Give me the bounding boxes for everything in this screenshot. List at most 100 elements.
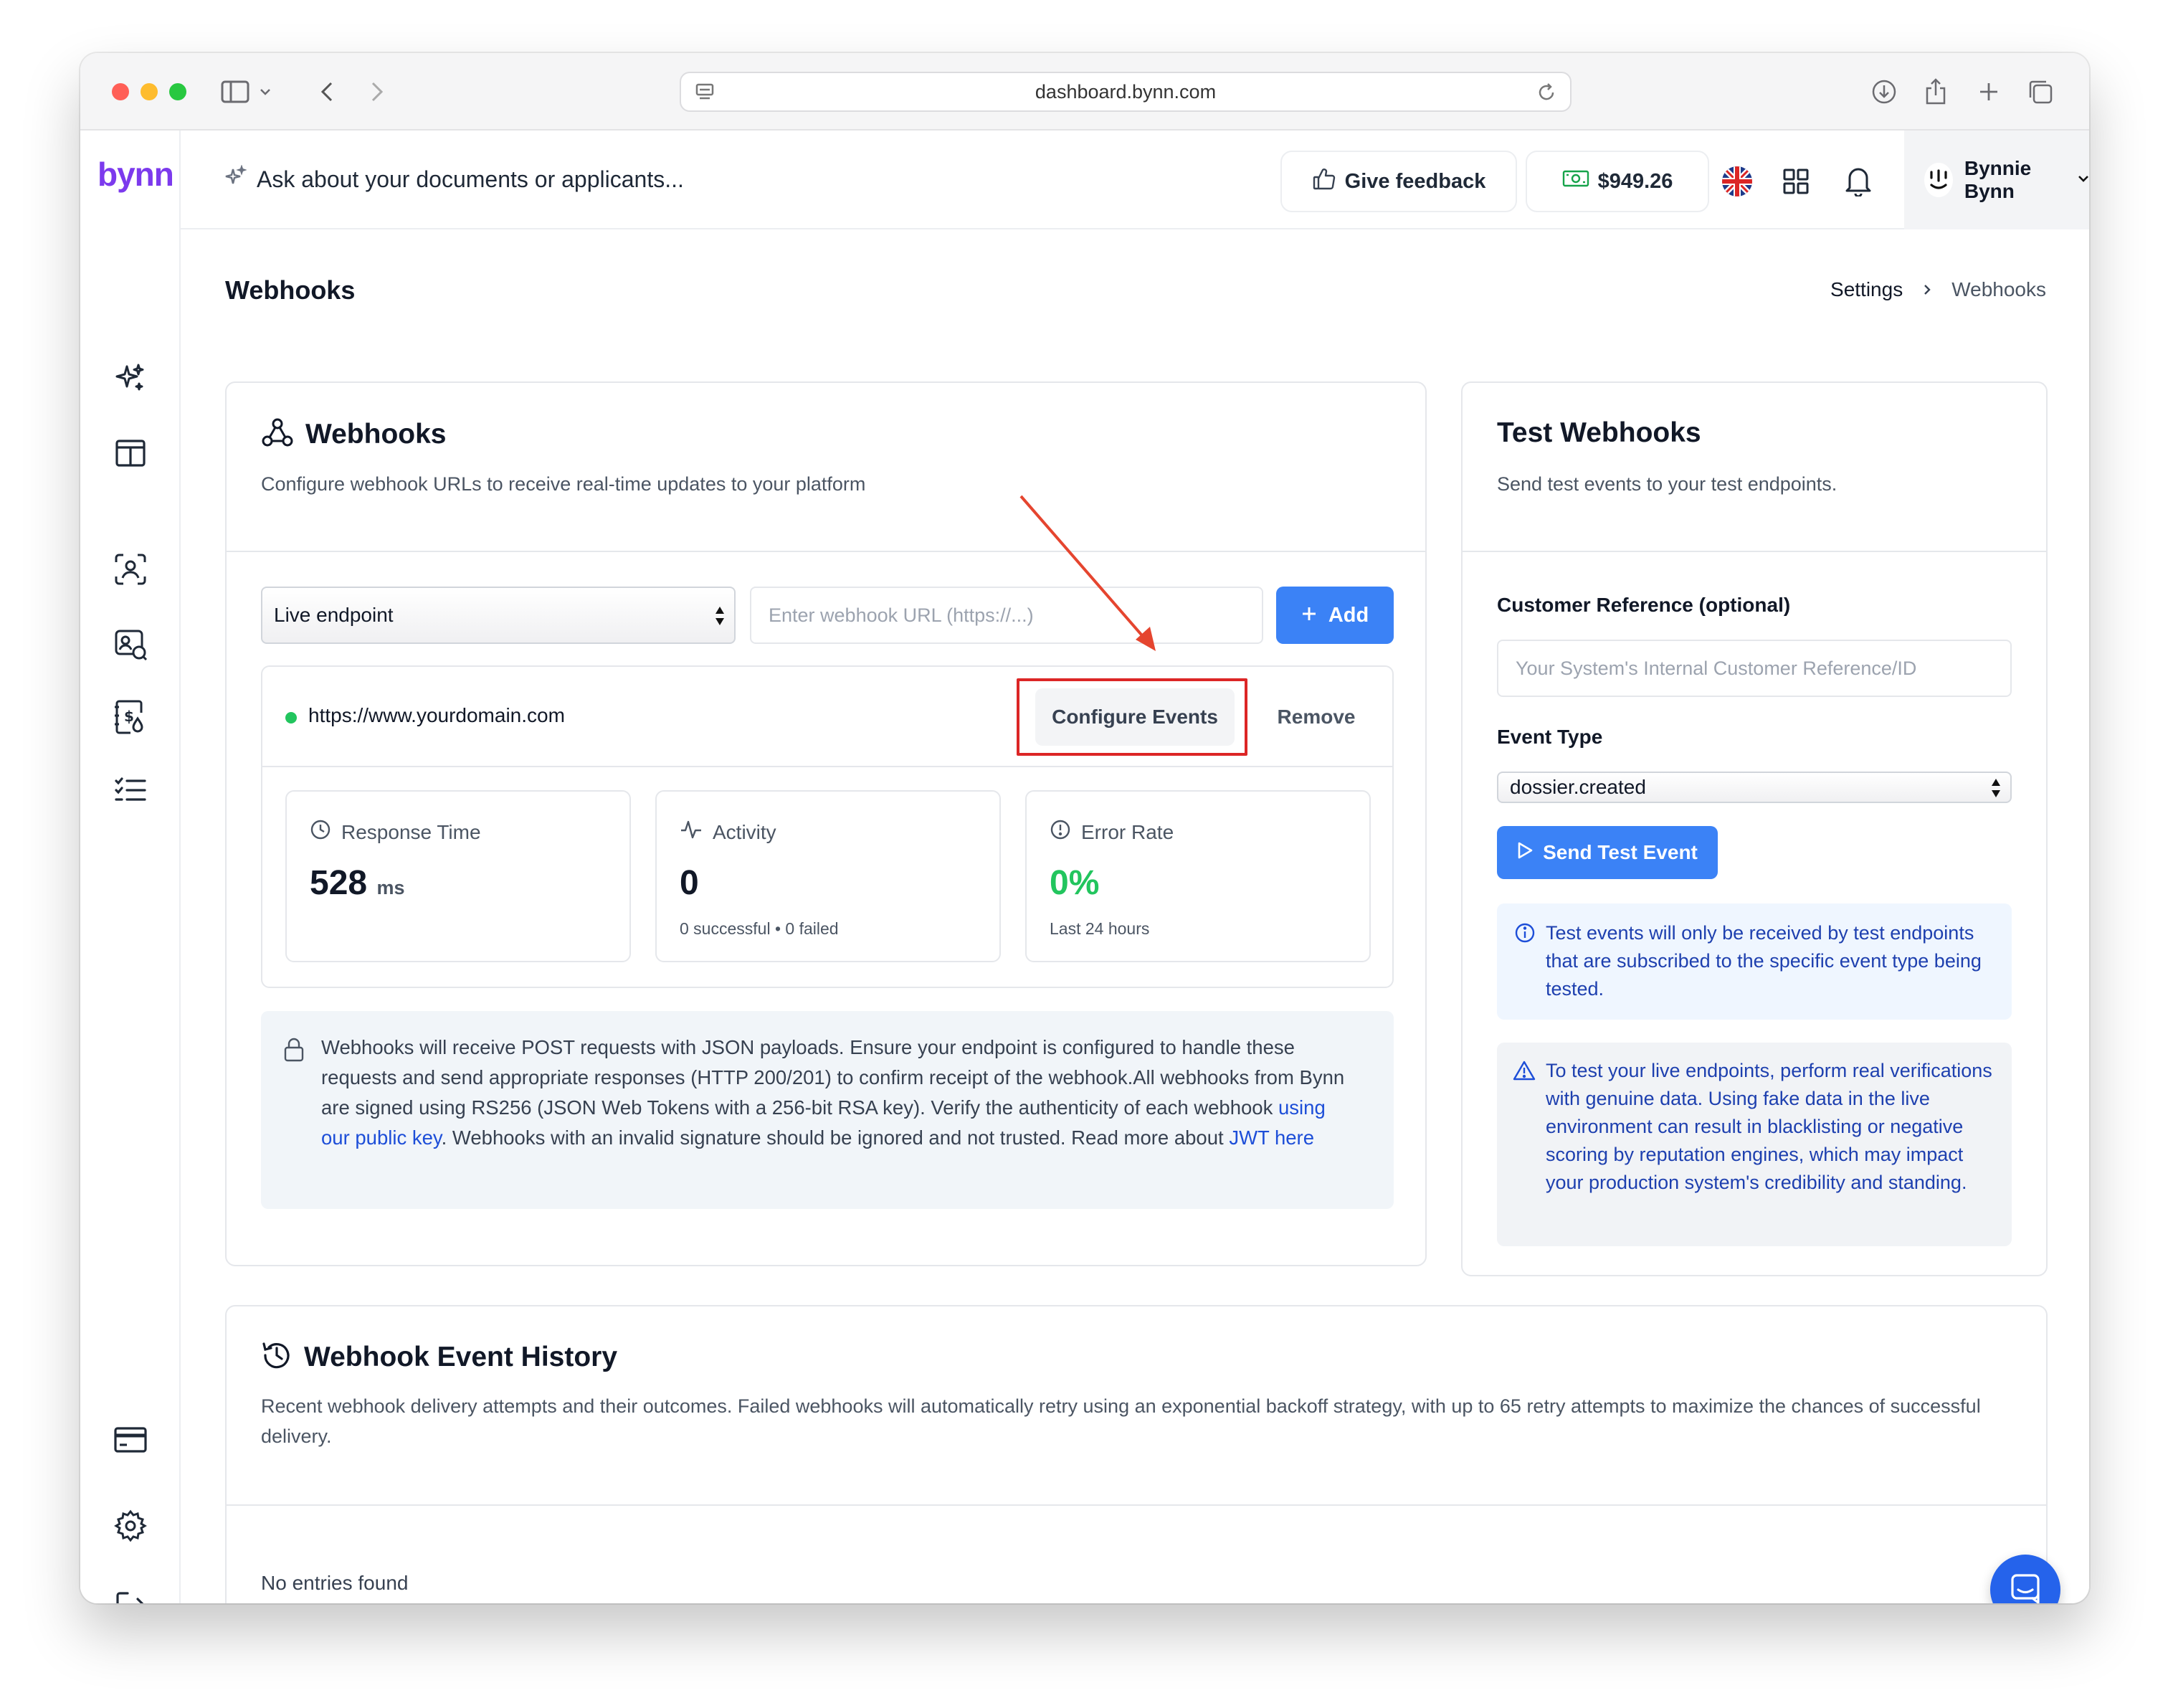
money-icon bbox=[1562, 169, 1589, 194]
notifications-bell-icon[interactable] bbox=[1844, 165, 1873, 200]
apps-grid-icon[interactable] bbox=[1782, 168, 1810, 199]
history-empty: No entries found bbox=[261, 1572, 409, 1594]
breadcrumb-settings[interactable]: Settings bbox=[1830, 278, 1903, 301]
page-title: Webhooks bbox=[225, 275, 356, 305]
error-rate-note: Last 24 hours bbox=[1050, 919, 1150, 938]
test-webhooks-subtitle: Send test events to your test endpoints. bbox=[1497, 473, 1837, 495]
webhooks-card: Webhooks Configure webhook URLs to recei… bbox=[225, 381, 1427, 1266]
balance-amount: $949.26 bbox=[1597, 169, 1673, 193]
select-arrows-icon bbox=[1990, 777, 2002, 804]
select-arrows-icon bbox=[714, 604, 726, 633]
webhook-info-text: Webhooks will receive POST requests with… bbox=[321, 1033, 1354, 1153]
response-time-number: 528 bbox=[310, 864, 368, 902]
test-info-text: Test events will only be received by tes… bbox=[1546, 922, 1982, 1000]
test-webhooks-title: Test Webhooks bbox=[1497, 417, 1701, 448]
zoom-window-button[interactable] bbox=[169, 83, 186, 100]
minimize-window-button[interactable] bbox=[141, 83, 158, 100]
layout-icon[interactable] bbox=[112, 435, 149, 472]
send-test-event-button[interactable]: Send Test Event bbox=[1497, 826, 1718, 879]
divider bbox=[227, 551, 1425, 552]
sparkle-icon bbox=[224, 164, 247, 194]
back-icon[interactable] bbox=[313, 76, 341, 108]
close-window-button[interactable] bbox=[112, 83, 129, 100]
info-icon bbox=[1514, 922, 1536, 947]
new-tab-icon[interactable] bbox=[1973, 76, 2005, 108]
face-scan-icon[interactable] bbox=[112, 551, 149, 588]
customer-ref-input[interactable]: Your System's Internal Customer Referenc… bbox=[1497, 640, 2012, 697]
add-label: Add bbox=[1328, 603, 1369, 627]
activity-label: Activity bbox=[680, 819, 776, 845]
browser-toolbar: dashboard.bynn.com bbox=[80, 53, 2089, 131]
give-feedback-button[interactable]: Give feedback bbox=[1280, 151, 1517, 212]
response-time-value: 528 ms bbox=[310, 863, 404, 903]
page-settings-icon[interactable] bbox=[694, 82, 715, 108]
remove-button[interactable]: Remove bbox=[1259, 688, 1374, 746]
user-menu[interactable]: Bynnie Bynn bbox=[1904, 131, 2089, 229]
endpoint-type-select[interactable]: Live endpoint bbox=[261, 587, 736, 644]
endpoint-url: https://www.yourdomain.com bbox=[308, 704, 565, 726]
url-text: dashboard.bynn.com bbox=[1035, 80, 1217, 103]
reload-icon[interactable] bbox=[1536, 82, 1557, 108]
chevron-down-icon bbox=[2078, 174, 2089, 186]
svg-text:$: $ bbox=[124, 708, 134, 725]
configure-events-button[interactable]: Configure Events bbox=[1035, 688, 1235, 746]
logout-icon[interactable] bbox=[112, 1586, 149, 1603]
ai-search-placeholder: Ask about your documents or applicants..… bbox=[257, 166, 684, 192]
webhook-url-input[interactable]: Enter webhook URL (https://...) bbox=[750, 587, 1263, 644]
chat-icon bbox=[2010, 1572, 2041, 1603]
jwt-link[interactable]: JWT here bbox=[1229, 1126, 1314, 1149]
webhooks-title: Webhooks bbox=[305, 418, 447, 450]
app-root: bynn $ Ask about your documents or appli… bbox=[80, 131, 2089, 1603]
checklist-icon[interactable] bbox=[112, 772, 149, 809]
history-title: Webhook Event History bbox=[304, 1341, 618, 1372]
event-type-select[interactable]: dossier.created bbox=[1497, 772, 2012, 803]
response-time-unit: ms bbox=[376, 877, 405, 898]
response-time-label-text: Response Time bbox=[341, 820, 481, 843]
download-icon[interactable] bbox=[1868, 76, 1900, 108]
plus-icon bbox=[1301, 604, 1317, 627]
breadcrumb: Settings Webhooks bbox=[1830, 278, 2046, 301]
history-subtitle: Recent webhook delivery attempts and the… bbox=[261, 1395, 1981, 1447]
ai-search[interactable]: Ask about your documents or applicants..… bbox=[224, 159, 726, 199]
balance-button[interactable]: $949.26 bbox=[1526, 151, 1709, 212]
top-bar: Ask about your documents or applicants..… bbox=[181, 131, 2089, 229]
breadcrumb-webhooks: Webhooks bbox=[1951, 278, 2046, 300]
history-header: Webhook Event History bbox=[261, 1339, 617, 1375]
user-name: Bynnie Bynn bbox=[1964, 157, 2032, 202]
add-webhook-button[interactable]: Add bbox=[1276, 587, 1394, 644]
language-flag-uk-icon[interactable] bbox=[1722, 166, 1752, 196]
bynn-logo[interactable]: bynn bbox=[98, 155, 174, 194]
event-type-label: Event Type bbox=[1497, 726, 1603, 748]
thumbs-up-icon bbox=[1312, 166, 1336, 196]
sidebar: bynn $ bbox=[80, 131, 181, 1603]
endpoint-type-value: Live endpoint bbox=[274, 604, 394, 626]
sparkles-icon[interactable] bbox=[112, 360, 149, 397]
warning-triangle-icon bbox=[1513, 1060, 1536, 1085]
customer-ref-placeholder: Your System's Internal Customer Referenc… bbox=[1516, 657, 1917, 679]
forward-icon[interactable] bbox=[363, 76, 391, 108]
webhooks-header: Webhooks bbox=[261, 416, 446, 452]
activity-value: 0 bbox=[680, 864, 699, 902]
response-time-stat: Response Time 528 ms bbox=[285, 790, 631, 962]
document-money-icon[interactable]: $ bbox=[112, 698, 149, 736]
share-icon[interactable] bbox=[1920, 76, 1951, 108]
sidebar-toggle-icon[interactable] bbox=[218, 76, 252, 108]
divider bbox=[227, 1504, 2046, 1506]
live-warning-note: To test your live endpoints, perform rea… bbox=[1497, 1043, 2012, 1246]
webhook-icon bbox=[261, 416, 294, 452]
billing-card-icon[interactable] bbox=[112, 1421, 149, 1458]
clock-icon bbox=[310, 819, 331, 845]
settings-gear-icon[interactable] bbox=[112, 1507, 149, 1545]
address-bar[interactable]: dashboard.bynn.com bbox=[680, 72, 1572, 112]
lock-icon bbox=[282, 1037, 305, 1066]
chevron-down-icon[interactable] bbox=[257, 76, 274, 108]
error-rate-label: Error Rate bbox=[1050, 819, 1174, 845]
annotation-arrow bbox=[1019, 495, 1156, 651]
webhook-url-placeholder: Enter webhook URL (https://...) bbox=[769, 604, 1034, 626]
divider bbox=[1463, 551, 2046, 552]
info-text-part-2: . Webhooks with an invalid signature sho… bbox=[441, 1126, 1230, 1149]
info-text-part-1: Webhooks will receive POST requests with… bbox=[321, 1036, 1345, 1119]
webhook-info-box: Webhooks will receive POST requests with… bbox=[261, 1011, 1394, 1209]
tab-overview-icon[interactable] bbox=[2025, 76, 2056, 108]
id-verify-icon[interactable] bbox=[112, 625, 149, 663]
